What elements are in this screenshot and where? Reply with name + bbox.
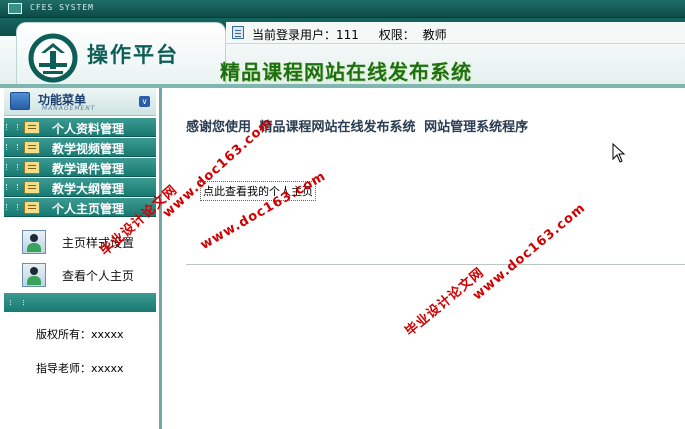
folder-icon <box>24 141 40 154</box>
grip-icon <box>6 124 18 130</box>
user-info: 当前登录用户：111 权限： 教师 <box>252 26 451 43</box>
mouse-cursor-icon <box>612 143 626 163</box>
menu-subtitle: MANAGEMENT <box>42 105 96 112</box>
program-name: 网站管理系统程序 <box>424 120 529 135</box>
app-window: { "window": { "title": "CFES SYSTEM" }, … <box>0 0 685 429</box>
user-avatar-icon <box>22 230 46 254</box>
user-info-bar: 当前登录用户：111 权限： 教师 <box>226 22 685 44</box>
advisor-label: 指导老师：xxxxx <box>36 362 124 375</box>
role-label: 权限： <box>378 28 415 42</box>
sidebar: 功能菜单 MANAGEMENT ∨ 个人资料管理 教学视频管理 教学课件管理 教… <box>0 88 162 429</box>
grip-icon <box>6 144 18 150</box>
window-title: CFES SYSTEM <box>30 3 94 12</box>
site-title: 精品课程网站在线发布系统 <box>220 60 472 84</box>
grip-icon <box>10 300 24 305</box>
copyright-label: 版权所有：xxxxx <box>36 328 124 341</box>
welcome-message: 感谢您使用 精品课程网站在线发布系统 网站管理系统程序 <box>186 116 532 135</box>
sidebar-item-personal-info[interactable]: 个人资料管理 <box>4 118 156 137</box>
folder-icon <box>24 121 40 134</box>
folder-icon <box>24 181 40 194</box>
collapse-menu-icon[interactable]: ∨ <box>139 96 150 107</box>
grip-icon <box>6 164 18 170</box>
book-icon <box>10 92 30 110</box>
logo-panel: 操作平台 <box>16 22 226 88</box>
sidebar-item-teaching-video[interactable]: 教学视频管理 <box>4 138 156 157</box>
sidebar-item-syllabus[interactable]: 教学大纲管理 <box>4 178 156 197</box>
submenu-item-label: 查看个人主页 <box>62 269 135 283</box>
content-divider <box>186 264 685 265</box>
role-value: 教师 <box>422 28 447 42</box>
thanks-prefix: 感谢您使用 <box>186 120 252 135</box>
grip-icon <box>6 204 18 210</box>
sidebar-item-label: 个人主页管理 <box>52 202 125 216</box>
bank-logo-icon <box>28 33 78 83</box>
grip-icon <box>6 184 18 190</box>
menu-header: 功能菜单 MANAGEMENT ∨ <box>4 88 156 116</box>
user-avatar-icon <box>22 263 46 287</box>
current-user-label: 当前登录用户：111 <box>252 28 359 42</box>
submenu-item-view-homepage[interactable]: 查看个人主页 <box>4 258 156 291</box>
system-name: 精品课程网站在线发布系统 <box>259 120 416 135</box>
folder-icon <box>24 201 40 214</box>
folder-icon <box>24 161 40 174</box>
document-icon <box>232 26 244 39</box>
sidebar-item-label: 教学视频管理 <box>52 142 125 156</box>
title-bar: CFES SYSTEM <box>0 0 685 18</box>
sidebar-item-label: 教学大纲管理 <box>52 182 125 196</box>
platform-title: 操作平台 <box>87 42 179 67</box>
sidebar-section-bar <box>4 293 156 312</box>
sidebar-item-courseware[interactable]: 教学课件管理 <box>4 158 156 177</box>
header: 操作平台 当前登录用户：111 权限： 教师 精品课程网站在线发布系统 <box>0 18 685 88</box>
sidebar-item-label: 教学课件管理 <box>52 162 125 176</box>
system-window-icon <box>8 3 22 14</box>
sidebar-item-label: 个人资料管理 <box>52 122 125 136</box>
